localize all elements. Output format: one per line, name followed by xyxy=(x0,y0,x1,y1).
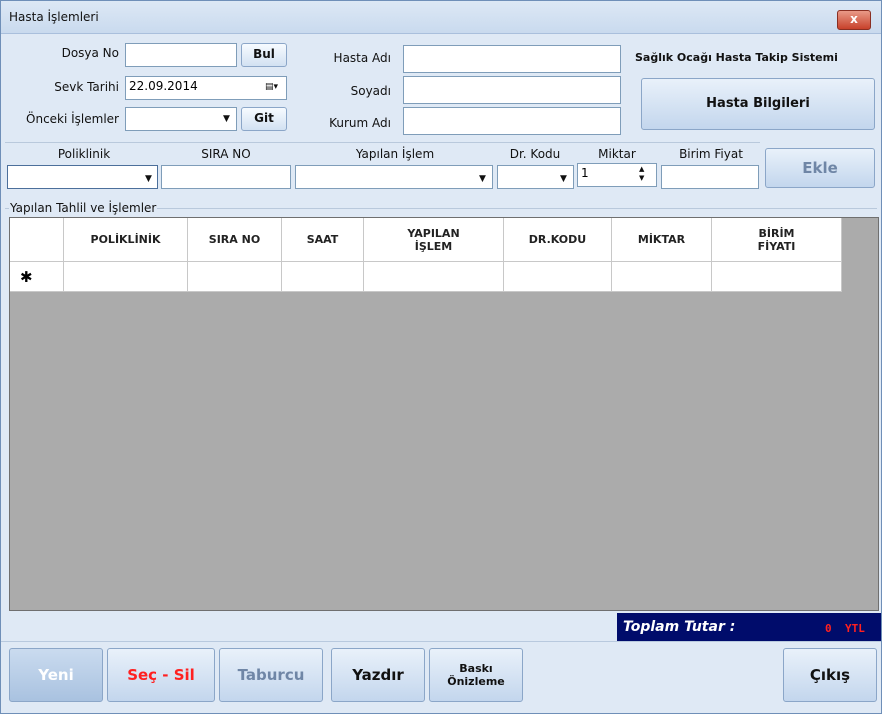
birim-fiyat-input[interactable] xyxy=(661,165,759,189)
column-header-yapilan-islem[interactable]: YAPILAN İŞLEM xyxy=(364,218,504,262)
stepper-arrows-icon[interactable]: ▲ ▼ xyxy=(639,165,644,183)
grid-cell-saat[interactable] xyxy=(282,262,364,292)
dosya-no-input[interactable] xyxy=(125,43,237,67)
baski-onizleme-button[interactable]: Baskı Önizleme xyxy=(429,648,523,702)
system-title: Sağlık Ocağı Hasta Takip Sistemi xyxy=(635,51,838,64)
sec-sil-button[interactable]: Seç - Sil xyxy=(107,648,215,702)
bottom-toolbar: Yeni Seç - Sil Taburcu Yazdır Baskı Öniz… xyxy=(1,641,881,713)
ekle-button[interactable]: Ekle xyxy=(765,148,875,188)
hasta-islemleri-window: Hasta İşlemleri x Dosya No Bul Sevk Tari… xyxy=(0,0,882,714)
grid-cell-dr-kodu[interactable] xyxy=(504,262,612,292)
taburcu-button[interactable]: Taburcu xyxy=(219,648,323,702)
grid-group-title: Yapılan Tahlil ve İşlemler xyxy=(9,201,158,215)
grid-cell-miktar[interactable] xyxy=(612,262,712,292)
baski-onizleme-line1: Baskı xyxy=(459,662,493,675)
toplam-tutar-label: Toplam Tutar : xyxy=(623,619,736,635)
grid-cell-poliklinik[interactable] xyxy=(64,262,188,292)
kurum-adi-input[interactable] xyxy=(403,107,621,135)
toplam-tutar-bar: Toplam Tutar : 0 YTL xyxy=(617,613,881,641)
chevron-down-icon[interactable]: ▼ xyxy=(479,174,486,184)
poliklinik-select[interactable] xyxy=(7,165,158,189)
miktar-stepper[interactable]: 1 xyxy=(577,163,657,187)
column-header-sira-no[interactable]: SIRA NO xyxy=(188,218,282,262)
poliklinik-label: Poliklinik xyxy=(57,147,111,161)
window-title: Hasta İşlemleri xyxy=(9,10,99,24)
new-row-marker-icon: ✱ xyxy=(10,262,64,292)
bul-button[interactable]: Bul xyxy=(241,43,287,67)
yapilan-islem-label: Yapılan İşlem xyxy=(355,147,435,161)
kurum-adi-label: Kurum Adı xyxy=(329,116,391,130)
toplam-tutar-currency: YTL xyxy=(845,622,865,635)
close-button[interactable]: x xyxy=(837,10,871,30)
cikis-button[interactable]: Çıkış xyxy=(783,648,877,702)
birim-fiyat-label: Birim Fiyat xyxy=(679,147,743,161)
dosya-no-label: Dosya No xyxy=(61,46,119,60)
sevk-tarihi-label: Sevk Tarihi xyxy=(54,80,119,94)
sevk-tarihi-value: 22.09.2014 xyxy=(129,79,198,93)
dr-kodu-label: Dr. Kodu xyxy=(509,147,561,161)
miktar-label: Miktar xyxy=(598,147,636,161)
column-header-birim-fiyati[interactable]: BİRİM FİYATI xyxy=(712,218,842,262)
chevron-down-icon[interactable]: ▼ xyxy=(560,174,567,184)
soyadi-input[interactable] xyxy=(403,76,621,104)
hasta-bilgileri-button[interactable]: Hasta Bilgileri xyxy=(641,78,875,130)
grid-cell-birim-fiyati[interactable] xyxy=(712,262,842,292)
title-bar: Hasta İşlemleri x xyxy=(1,1,881,34)
calendar-dropdown-icon[interactable]: ▤▾ xyxy=(265,82,278,92)
yapilan-islem-select[interactable] xyxy=(295,165,493,189)
islemler-grid[interactable]: POLİKLİNİK SIRA NO SAAT YAPILAN İŞLEM DR… xyxy=(9,217,879,611)
sira-no-label: SIRA NO xyxy=(201,147,251,161)
hasta-adi-input[interactable] xyxy=(403,45,621,73)
column-header-miktar[interactable]: MİKTAR xyxy=(612,218,712,262)
soyadi-label: Soyadı xyxy=(350,84,391,98)
onceki-islemler-select[interactable] xyxy=(125,107,237,131)
git-button[interactable]: Git xyxy=(241,107,287,131)
grid-cell-sira-no[interactable] xyxy=(188,262,282,292)
sira-no-input[interactable] xyxy=(161,165,291,189)
miktar-value: 1 xyxy=(581,166,589,180)
column-header-saat[interactable]: SAAT xyxy=(282,218,364,262)
yeni-button[interactable]: Yeni xyxy=(9,648,103,702)
toplam-tutar-value: 0 xyxy=(825,622,832,635)
onceki-islemler-label: Önceki İşlemler xyxy=(26,112,119,126)
chevron-down-icon[interactable]: ▼ xyxy=(223,114,230,124)
grid-row-header-corner xyxy=(10,218,64,262)
grid-cell-yapilan-islem[interactable] xyxy=(364,262,504,292)
baski-onizleme-line2: Önizleme xyxy=(447,675,505,688)
entry-group-border xyxy=(5,142,760,143)
yazdir-button[interactable]: Yazdır xyxy=(331,648,425,702)
chevron-down-icon[interactable]: ▼ xyxy=(145,174,152,184)
sevk-tarihi-datepicker[interactable]: 22.09.2014 xyxy=(125,76,287,100)
column-header-dr-kodu[interactable]: DR.KODU xyxy=(504,218,612,262)
column-header-poliklinik[interactable]: POLİKLİNİK xyxy=(64,218,188,262)
hasta-adi-label: Hasta Adı xyxy=(333,51,391,65)
